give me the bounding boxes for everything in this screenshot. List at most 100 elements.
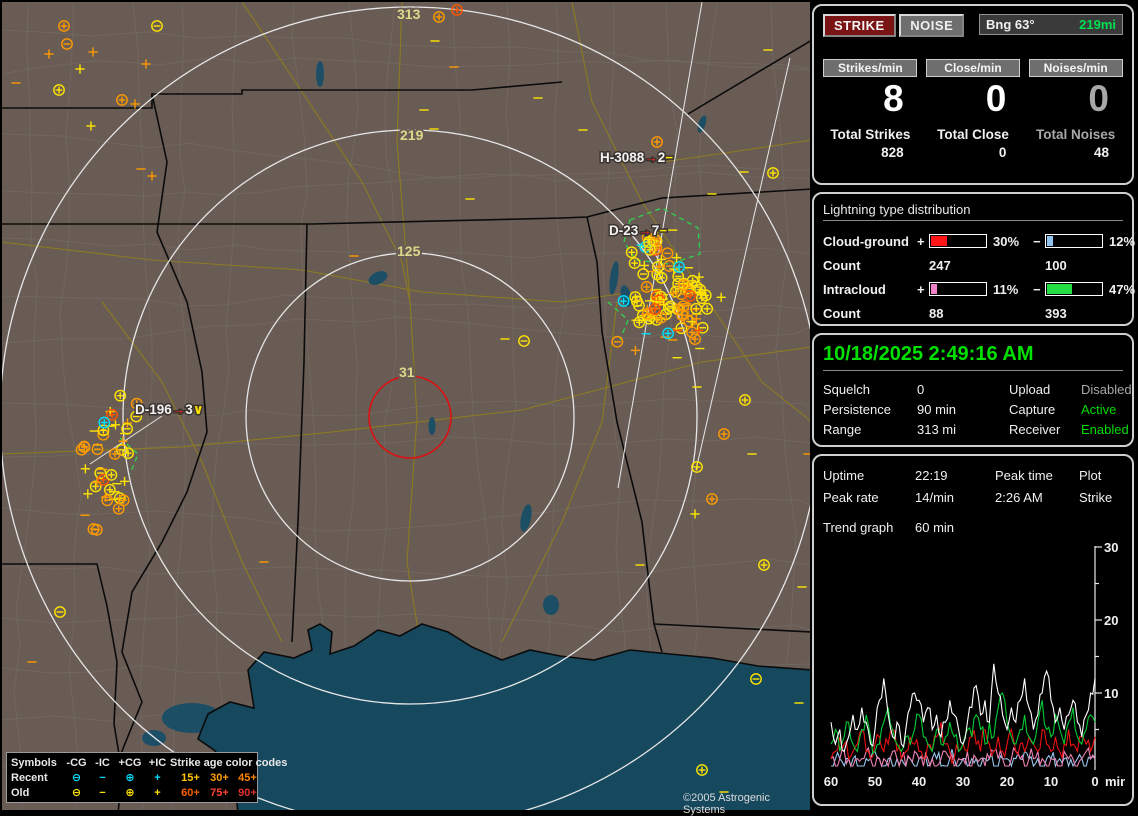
plot-mode-value: Strike bbox=[1079, 489, 1113, 505]
peak-rate-row: Peak rate 14/min 2:26 AM Strike bbox=[823, 486, 1123, 508]
ring-distance-label: 219 bbox=[400, 127, 424, 143]
legend-title: Symbols bbox=[11, 756, 57, 769]
storm-cell-label: D-23→7− bbox=[609, 223, 667, 238]
close-per-min-chip[interactable]: Close/min bbox=[925, 59, 1020, 77]
minus-icon: − bbox=[99, 771, 106, 784]
bearing-label: Bng 63° bbox=[986, 17, 1035, 32]
legend-col-ic-neg: -IC bbox=[95, 756, 110, 769]
age-code-60: 60+ bbox=[181, 786, 200, 799]
minus-sign: − bbox=[1033, 281, 1041, 297]
peak-rate-value: 14/min bbox=[915, 489, 955, 505]
bearing-range: 219mi bbox=[1079, 17, 1116, 32]
trend-x-tick-label: 50 bbox=[868, 774, 882, 789]
circle-minus-icon: ⊖ bbox=[71, 772, 82, 784]
trend-x-tick-label: 20 bbox=[1000, 774, 1014, 789]
age-code-75: 75+ bbox=[210, 786, 229, 799]
cloud-ground-count-row: Count 247 100 bbox=[823, 253, 1123, 277]
total-close-value: 0 bbox=[998, 145, 1007, 160]
storm-cell-label: H-3088→2− bbox=[600, 150, 673, 165]
age-code-15: 15+ bbox=[181, 771, 200, 784]
total-strikes-value: 828 bbox=[881, 145, 904, 160]
trend-x-tick-label: 10 bbox=[1044, 774, 1058, 789]
peak-rate-label: Peak rate bbox=[823, 489, 879, 505]
squelch-value: 0 bbox=[917, 381, 925, 397]
uptime-row: Uptime 22:19 Peak time Plot bbox=[823, 464, 1123, 486]
cg-neg-count: 100 bbox=[1045, 257, 1067, 273]
cg-neg-pct: 12% bbox=[1109, 233, 1136, 249]
range-label: Range bbox=[823, 421, 862, 437]
trend-graph: 10 20 30 60 50 40 30 20 10 0 min bbox=[823, 540, 1128, 797]
legend-old-row: Old ⊖ − ⊕ + 60+ 75+ 90+ bbox=[11, 785, 257, 800]
upload-status: Disabled bbox=[1081, 381, 1132, 397]
trend-x-tick-label: 60 bbox=[824, 774, 838, 789]
squelch-label: Squelch bbox=[823, 381, 870, 397]
ic-neg-pct: 47% bbox=[1109, 281, 1136, 297]
rates-section: STRIKE NOISE Bng 63° 219mi Strikes/min 8… bbox=[812, 4, 1134, 185]
minus-icon: − bbox=[99, 786, 106, 799]
noises-per-min-value: 0 bbox=[1088, 78, 1109, 119]
plus-sign: + bbox=[917, 233, 925, 249]
count-label: Count bbox=[823, 257, 861, 273]
cg-pos-pct: 30% bbox=[993, 233, 1020, 249]
distribution-title: Lightning type distribution bbox=[823, 202, 1123, 221]
cg-pos-bar bbox=[929, 234, 987, 248]
ring-distance-label: 125 bbox=[397, 243, 421, 259]
cloud-ground-label: Cloud-ground bbox=[823, 233, 909, 249]
strike-symbols-legend: Symbols -CG -IC +CG +IC Strike age color… bbox=[6, 752, 287, 803]
trend-graph-label: Trend graph bbox=[823, 519, 894, 535]
plus-icon: + bbox=[154, 786, 161, 799]
status-panel: STRIKE NOISE Bng 63° 219mi Strikes/min 8… bbox=[812, 4, 1135, 813]
capture-status: Active bbox=[1081, 401, 1117, 417]
status-row: Squelch 0 Upload Disabled bbox=[823, 379, 1132, 399]
strikes-per-min-chip[interactable]: Strikes/min bbox=[823, 59, 918, 77]
intracloud-count-row: Count 88 393 bbox=[823, 301, 1123, 325]
peak-time-label: Peak time bbox=[995, 467, 1053, 483]
datetime-display: 10/18/2025 2:49:16 AM bbox=[823, 343, 1123, 371]
trend-x-tick-label: 40 bbox=[912, 774, 926, 789]
noises-per-min-chip[interactable]: Noises/min bbox=[1028, 59, 1123, 77]
ic-neg-bar bbox=[1045, 282, 1103, 296]
strikes-column: Strikes/min 8 Total Strikes 828 bbox=[823, 59, 918, 160]
persistence-label: Persistence bbox=[823, 401, 891, 417]
legend-col-cg-pos: +CG bbox=[118, 756, 142, 769]
distribution-section: Lightning type distribution Cloud-ground… bbox=[812, 192, 1135, 326]
trend-graph-row: Trend graph 60 min bbox=[823, 516, 1123, 538]
close-per-min-value: 0 bbox=[985, 78, 1007, 119]
trend-x-unit: min bbox=[1105, 774, 1125, 789]
legend-old-label: Old bbox=[11, 786, 30, 799]
status-row: Persistence 90 min Capture Active bbox=[823, 399, 1123, 419]
uptime-value: 22:19 bbox=[915, 467, 948, 483]
total-strikes-label: Total Strikes bbox=[830, 127, 911, 142]
cg-neg-bar bbox=[1045, 234, 1103, 248]
count-label: Count bbox=[823, 305, 861, 321]
ic-pos-bar bbox=[929, 282, 987, 296]
lightning-map[interactable]: 313 219 125 31 H-3088→2− D-23→7− D-196→3∨ Sym… bbox=[2, 2, 810, 816]
trend-y-tick-label: 30 bbox=[1104, 542, 1118, 555]
trend-y-tick-label: 10 bbox=[1104, 686, 1118, 701]
noise-mode-button[interactable]: NOISE bbox=[899, 14, 965, 37]
intracloud-label: Intracloud bbox=[823, 281, 886, 297]
total-close-label: Total Close bbox=[937, 127, 1009, 142]
range-value: 313 mi bbox=[917, 421, 957, 437]
peak-time-value: 2:26 AM bbox=[995, 489, 1043, 505]
intracloud-row: Intracloud + 11% − 47% bbox=[823, 277, 1135, 301]
plus-sign: + bbox=[917, 281, 925, 297]
circle-plus-icon: ⊕ bbox=[125, 787, 135, 799]
circle-minus-icon: ⊖ bbox=[71, 787, 82, 799]
legend-recent-label: Recent bbox=[11, 771, 48, 784]
strike-mode-button[interactable]: STRIKE bbox=[823, 14, 896, 37]
capture-label: Capture bbox=[1009, 401, 1056, 417]
plus-icon: + bbox=[154, 771, 161, 784]
noises-column: Noises/min 0 Total Noises 48 bbox=[1028, 59, 1123, 160]
plot-label: Plot bbox=[1079, 467, 1102, 483]
storm-cell-label: D-196→3∨ bbox=[135, 402, 204, 417]
trend-chart-canvas: 10 20 30 60 50 40 30 20 10 0 min bbox=[824, 540, 1128, 789]
legend-recent-row: Recent ⊖ − ⊕ + 15+ 30+ 45+ bbox=[11, 770, 257, 785]
legend-header-row: Symbols -CG -IC +CG +IC Strike age color… bbox=[11, 755, 287, 770]
bearing-display: Bng 63° 219mi bbox=[979, 14, 1123, 35]
age-code-90: 90+ bbox=[238, 786, 257, 799]
ic-pos-pct: 11% bbox=[993, 281, 1019, 297]
circle-plus-icon: ⊕ bbox=[125, 772, 135, 784]
receiver-label: Receiver bbox=[1009, 421, 1061, 437]
ic-neg-count: 393 bbox=[1045, 305, 1067, 321]
